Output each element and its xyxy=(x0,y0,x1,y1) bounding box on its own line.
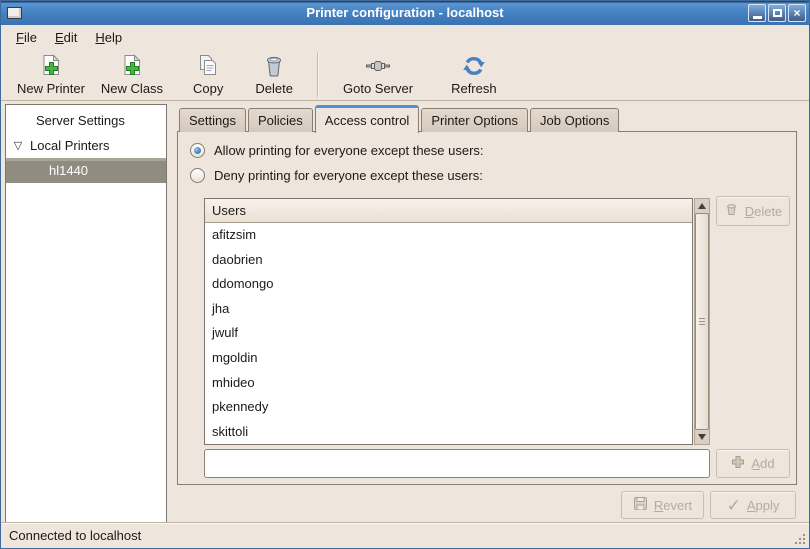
add-user-label: Add xyxy=(751,456,775,471)
resize-grip[interactable] xyxy=(793,532,805,544)
window-title: Printer configuration - localhost xyxy=(306,5,504,20)
user-row[interactable]: jwulf xyxy=(205,321,692,346)
expander-triangle-icon[interactable]: ▽ xyxy=(6,139,30,152)
status-text: Connected to localhost xyxy=(9,528,142,543)
close-icon: × xyxy=(793,6,801,20)
menu-edit[interactable]: Edit xyxy=(46,27,86,48)
delete-user-button[interactable]: Delete xyxy=(716,196,790,226)
copy-icon xyxy=(195,52,221,80)
allow-radio-label: Allow printing for everyone except these… xyxy=(214,143,484,158)
tree-item-hl1440[interactable]: hl1440 xyxy=(6,158,166,183)
user-row[interactable]: daobrien xyxy=(205,248,692,273)
tab-printer-options[interactable]: Printer Options xyxy=(421,108,529,132)
new-class-label: New Class xyxy=(100,81,164,96)
tab-settings[interactable]: Settings xyxy=(179,108,246,132)
maximize-button[interactable] xyxy=(768,4,786,22)
users-column-header[interactable]: Users xyxy=(205,199,692,223)
user-row[interactable]: mhideo xyxy=(205,371,692,396)
menubar: File Edit Help xyxy=(1,25,809,49)
delete-toolbar-label: Delete xyxy=(255,81,293,96)
deny-radio-label: Deny printing for everyone except these … xyxy=(214,168,483,183)
user-row[interactable]: ddomongo xyxy=(205,272,692,297)
copy-button[interactable]: Copy xyxy=(185,52,231,96)
tree-item-label: Server Settings xyxy=(36,113,125,128)
delete-toolbar-button[interactable]: Delete xyxy=(247,52,301,96)
allow-radio-button[interactable] xyxy=(190,143,205,158)
new-printer-label: New Printer xyxy=(17,81,85,96)
toolbar: New Printer New Class Copy Delete Goto S… xyxy=(1,49,809,101)
deny-radio-row[interactable]: Deny printing for everyone except these … xyxy=(190,168,483,183)
scroll-up-icon[interactable] xyxy=(695,199,709,213)
new-class-icon xyxy=(119,52,145,80)
tree-item-label: Local Printers xyxy=(30,138,110,153)
apply-label: Apply xyxy=(746,497,780,513)
scrollbar-thumb[interactable] xyxy=(695,213,709,430)
goto-server-label: Goto Server xyxy=(342,81,414,96)
check-icon: ✓ xyxy=(726,495,741,515)
minimize-icon xyxy=(752,16,762,19)
refresh-icon xyxy=(461,52,487,80)
user-row[interactable]: pkennedy xyxy=(205,395,692,420)
copy-label: Copy xyxy=(193,81,224,96)
tab-job-options[interactable]: Job Options xyxy=(530,108,620,132)
apply-button[interactable]: ✓ Apply xyxy=(710,491,796,519)
plug-icon xyxy=(365,52,391,80)
refresh-label: Refresh xyxy=(451,81,497,96)
notebook-tabs: Settings Policies Access control Printer… xyxy=(179,104,621,133)
user-row[interactable]: mgoldin xyxy=(205,346,692,371)
trash-small-icon xyxy=(724,202,739,220)
plus-icon xyxy=(731,455,745,472)
printer-tree: Server Settings ▽ Local Printers hl1440 xyxy=(5,104,167,523)
menu-help[interactable]: Help xyxy=(86,27,131,48)
close-button[interactable]: × xyxy=(788,4,806,22)
tab-access-control[interactable]: Access control xyxy=(314,105,420,133)
trash-icon xyxy=(261,52,287,80)
tree-item-server-settings[interactable]: Server Settings xyxy=(6,108,166,133)
users-scrollbar[interactable] xyxy=(694,198,710,445)
printer-config-window: Printer configuration - localhost × File… xyxy=(0,0,810,549)
deny-radio-button[interactable] xyxy=(190,168,205,183)
users-list: Users afitzsim daobrien ddomongo jha jwu… xyxy=(204,198,693,445)
minimize-button[interactable] xyxy=(748,4,766,22)
user-row[interactable]: skittoli xyxy=(205,420,692,444)
toolbar-separator xyxy=(316,53,319,97)
scroll-down-icon[interactable] xyxy=(695,430,709,444)
allow-radio-row[interactable]: Allow printing for everyone except these… xyxy=(190,143,484,158)
user-row[interactable]: afitzsim xyxy=(205,223,692,248)
titlebar[interactable]: Printer configuration - localhost × xyxy=(1,1,809,25)
tree-item-local-printers[interactable]: ▽ Local Printers xyxy=(6,133,166,158)
goto-server-button[interactable]: Goto Server xyxy=(335,52,421,96)
new-printer-icon xyxy=(38,52,64,80)
new-class-button[interactable]: New Class xyxy=(93,52,171,96)
access-control-page: Allow printing for everyone except these… xyxy=(177,131,797,485)
revert-label: Revert xyxy=(653,497,693,513)
new-printer-button[interactable]: New Printer xyxy=(9,52,93,96)
statusbar: Connected to localhost xyxy=(1,522,809,548)
refresh-button[interactable]: Refresh xyxy=(443,52,505,96)
tab-policies[interactable]: Policies xyxy=(247,108,313,132)
user-row[interactable]: jha xyxy=(205,297,692,322)
menu-file[interactable]: File xyxy=(7,27,46,48)
delete-user-label: Delete xyxy=(744,203,783,219)
revert-button[interactable]: Revert xyxy=(621,491,704,519)
floppy-icon xyxy=(633,496,648,514)
add-user-button[interactable]: Add xyxy=(716,449,790,478)
add-user-input[interactable] xyxy=(204,449,710,478)
tree-item-label: hl1440 xyxy=(49,163,89,178)
maximize-icon xyxy=(772,9,782,17)
